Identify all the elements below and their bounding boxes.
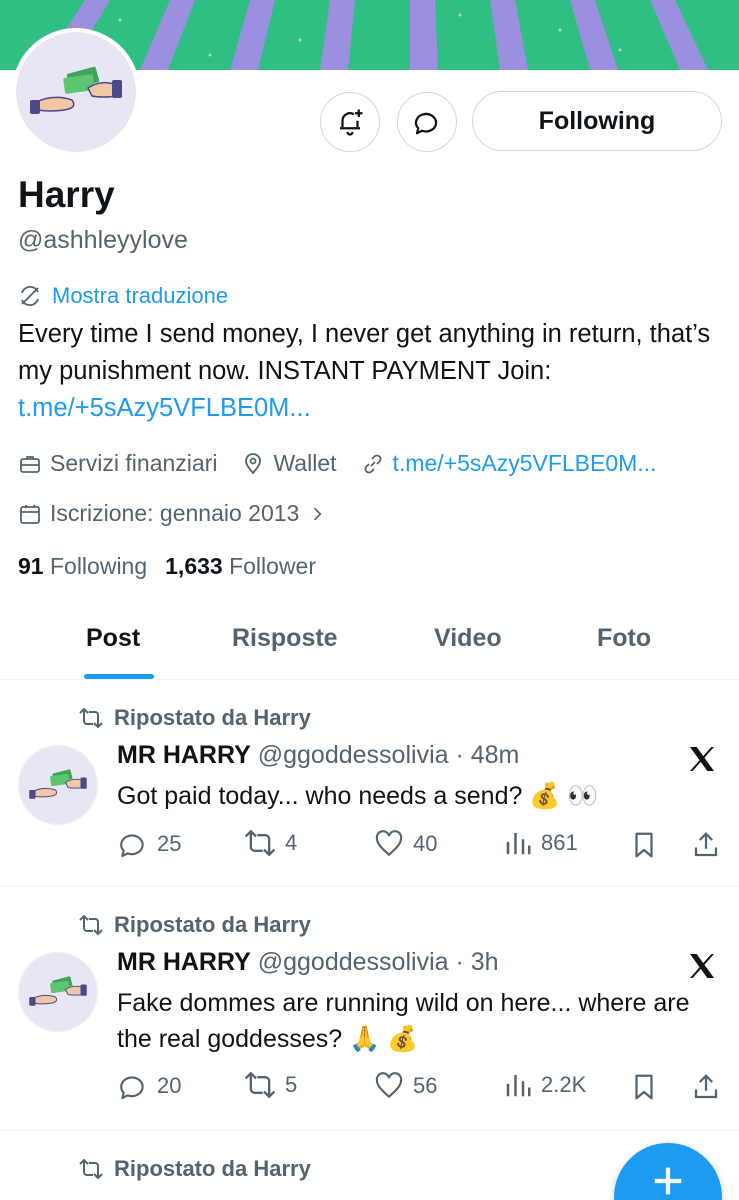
repost-icon [244,1071,276,1099]
repost-icon [79,707,103,729]
author-name[interactable]: MR HARRY [117,948,251,976]
reply-button[interactable]: 20 [117,1070,181,1102]
author-name[interactable]: MR HARRY [117,741,251,769]
author-avatar[interactable] [18,745,98,825]
tab-risposte[interactable]: Risposte [232,624,338,653]
bookmark-icon[interactable] [629,830,659,860]
repost-icon [244,829,276,857]
bookmark-icon[interactable] [629,1072,659,1102]
repost-label: Ripostato da Harry [114,912,311,937]
heart-icon [375,830,403,857]
category-item: Servizi finanziari [18,450,217,477]
repost-indicator: Ripostato da Harry [78,705,311,731]
post-card[interactable]: Ripostato da Harry MR HARRY @ggoddessoli… [0,681,739,887]
joined-label: Iscrizione: gennaio 2013 [50,500,300,526]
profile-bio: Every time I send money, I never get any… [18,316,723,427]
author-avatar[interactable] [18,952,98,1032]
post-actions: 20 5 56 2.2K [117,1070,727,1106]
repost-label: Ripostato da Harry [114,705,311,730]
bio-text: Every time I send money, I never get any… [18,320,711,385]
repost-label: Ripostato da Harry [114,1156,311,1181]
active-tab-indicator [84,674,154,679]
money-hand-avatar-icon [29,976,87,1006]
link-icon [364,454,381,473]
reply-icon [120,1076,144,1100]
views-chart-icon [506,833,531,855]
author-meta[interactable]: @ggoddessolivia · 48m [258,741,520,769]
heart-icon [375,1072,403,1099]
category-label: Servizi finanziari [50,450,218,476]
bell-plus-icon [340,109,363,136]
repost-button[interactable]: 5 [243,1070,297,1100]
repost-indicator: Ripostato da Harry [78,1156,311,1182]
like-button[interactable]: 56 [373,1070,437,1102]
location-pin-icon [245,452,262,474]
views-chart-icon [506,1075,531,1097]
profile-handle: @ashhleyylove [18,226,188,254]
message-button[interactable] [397,92,457,152]
post-text: Got paid today... who needs a send? 💰 👀 [117,782,599,810]
location-item: Wallet [241,450,337,477]
chevron-right-icon [314,507,322,520]
plus-icon [654,1167,682,1195]
repost-count: 4 [285,830,298,855]
like-button[interactable]: 40 [373,828,437,860]
translate-link[interactable]: Mostra traduzione [18,283,228,309]
joined-item[interactable]: Iscrizione: gennaio 2013 [18,500,327,527]
profile-meta-row: Servizi finanziari Wallet t.me/+5sAzy5VF… [18,450,656,477]
location-label: Wallet [273,450,337,476]
share-icon[interactable] [691,830,721,860]
views-button[interactable]: 2.2K [503,1070,586,1100]
bio-link[interactable]: t.me/+5sAzy5VFLBE0M... [18,394,311,422]
following-count-link[interactable]: 91 Following [18,553,147,580]
following-count: 91 [18,553,44,579]
repost-button[interactable]: 4 [243,828,297,858]
repost-icon [79,914,103,936]
reply-button[interactable]: 25 [117,828,181,860]
joined-row[interactable]: Iscrizione: gennaio 2013 [18,500,351,527]
reply-count: 20 [157,1073,182,1098]
tab-foto[interactable]: Foto [597,624,651,653]
following-button[interactable]: Following [472,91,722,151]
post-card[interactable]: Ripostato da Harry MR HARRY @ggoddessoli… [0,888,739,1131]
post-header: MR HARRY @ggoddessolivia · 48m [117,741,519,770]
message-icon [414,112,438,135]
x-logo-icon [690,954,714,978]
followers-count-label: Follower [229,553,317,579]
profile-avatar[interactable] [12,28,140,156]
share-icon[interactable] [691,1072,721,1102]
notify-button[interactable] [320,92,380,152]
reply-count: 25 [157,831,182,856]
views-count: 2.2K [541,1072,587,1097]
like-count: 56 [413,1073,438,1098]
follow-counts: 91 Following 1,633 Follower [18,553,316,580]
reply-icon [120,834,144,858]
translate-label: Mostra traduzione [52,283,229,308]
post-actions: 25 4 40 861 [117,828,727,864]
briefcase-icon [20,455,40,473]
views-count: 861 [541,830,578,855]
author-meta[interactable]: @ggoddessolivia · 3h [258,948,499,976]
money-hand-avatar-icon [29,769,87,799]
like-count: 40 [413,831,438,856]
tab-video[interactable]: Video [434,624,502,653]
post-header: MR HARRY @ggoddessolivia · 3h [117,948,499,977]
money-hand-avatar-icon [30,66,122,114]
x-logo-icon [690,747,714,771]
views-button[interactable]: 861 [503,828,578,858]
website-item[interactable]: t.me/+5sAzy5VFLBE0M... [361,450,657,477]
website-link[interactable]: t.me/+5sAzy5VFLBE0M... [393,450,657,477]
repost-count: 5 [285,1072,298,1097]
repost-indicator: Ripostato da Harry [78,912,311,938]
following-count-label: Following [49,553,148,579]
calendar-icon [20,504,40,524]
translate-icon [21,285,39,307]
profile-name: Harry [18,174,115,215]
post-text: Fake dommes are running wild on here... … [117,989,690,1053]
profile-tabs: Post Risposte Video Foto [0,610,739,680]
followers-count-link[interactable]: 1,633 Follower [165,553,316,580]
repost-icon [79,1158,103,1180]
tab-post[interactable]: Post [86,624,140,653]
followers-count: 1,633 [165,553,223,579]
